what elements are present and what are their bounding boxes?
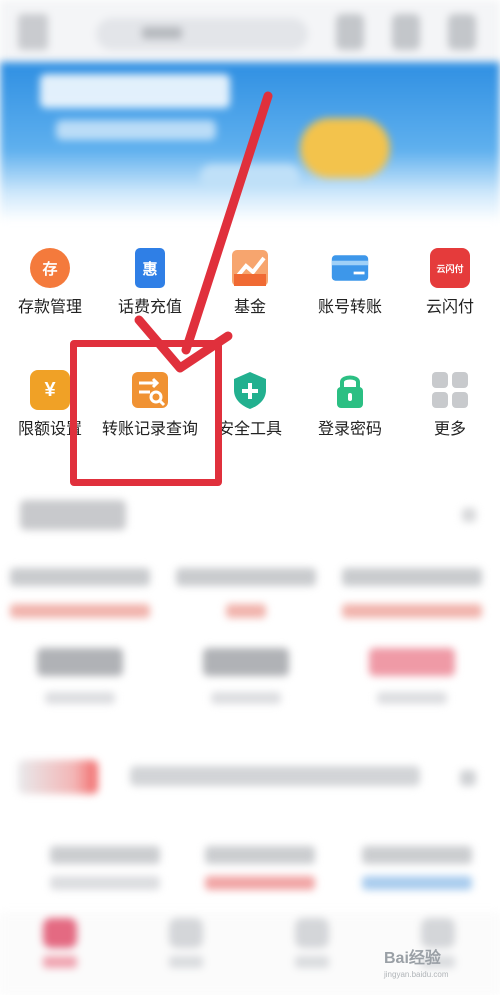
tab-home[interactable] [30,918,90,968]
product-card[interactable] [342,568,482,704]
wealth-icon [169,918,203,948]
lock-icon [330,370,370,410]
info-card[interactable] [362,846,472,890]
life-icon [295,918,329,948]
service-label: 云闪付 [425,299,474,316]
promo-text[interactable] [130,766,420,786]
service-icon[interactable] [392,14,420,50]
service-label: 更多 [433,421,466,438]
service-label: 话费充值 [117,299,182,316]
service-label: 基金 [233,299,266,316]
chevron-right-icon[interactable] [462,508,476,522]
home-icon [43,918,77,948]
fund-chart-icon [230,248,270,288]
chevron-right-icon[interactable] [460,770,476,786]
info-card[interactable] [50,846,160,890]
shield-plus-icon [230,370,270,410]
service-deposit-management[interactable]: 存 存款管理 [0,248,100,318]
info-card[interactable] [205,846,315,890]
section-title [20,500,126,530]
promo-tag [18,760,98,794]
service-label: 账号转账 [317,299,382,316]
back-icon[interactable] [18,14,48,50]
product-card[interactable] [10,568,150,704]
limit-settings-icon: ¥ [30,370,70,410]
tab-wealth[interactable] [156,918,216,968]
top-bar [0,0,500,66]
service-more[interactable]: 更多 [400,370,500,440]
more-grid-icon [430,370,470,410]
product-card[interactable] [176,568,316,704]
annotation-highlight-box [70,340,222,486]
tab-life[interactable] [282,918,342,968]
service-label: 登录密码 [317,421,382,438]
card-transfer-icon [330,248,370,288]
watermark: Bai经验 jingyan.baidu.com [384,950,449,979]
phone-topup-icon: 惠 [135,248,165,288]
scan-icon[interactable] [336,14,364,50]
piggy-bank-icon: 存 [30,248,70,288]
search-input[interactable] [96,18,308,50]
service-account-transfer[interactable]: 账号转账 [300,248,400,318]
service-fund[interactable]: 基金 [200,248,300,318]
service-label: 存款管理 [17,299,82,316]
service-login-password[interactable]: 登录密码 [300,370,400,440]
service-cloud-quickpass[interactable]: 云闪付 云闪付 [400,248,500,318]
service-phone-topup[interactable]: 惠 话费充值 [100,248,200,318]
promo-banner[interactable] [0,62,500,222]
message-icon[interactable] [448,14,476,50]
unionpay-icon: 云闪付 [430,248,470,288]
